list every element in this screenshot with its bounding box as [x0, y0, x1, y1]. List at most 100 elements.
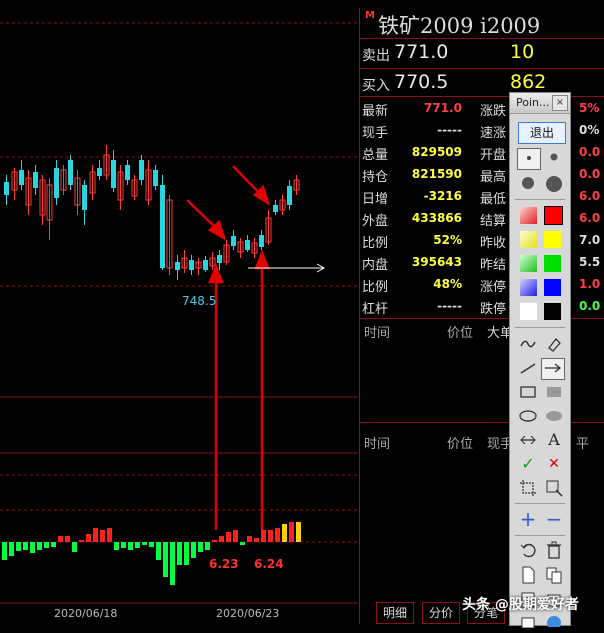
- ellipse-icon[interactable]: [517, 406, 539, 426]
- dot-medium-icon[interactable]: [543, 148, 565, 168]
- quote-row-label2: 昨结: [480, 258, 507, 273]
- check-icon[interactable]: ✓: [517, 454, 539, 474]
- swatch-blue[interactable]: [544, 279, 561, 296]
- delete-x-icon[interactable]: ✕: [543, 454, 565, 474]
- quote-row-value2: 5%: [579, 101, 600, 115]
- crop-icon[interactable]: [517, 478, 539, 498]
- quote-row-value: -----: [437, 123, 462, 137]
- ask-label: 卖出: [362, 48, 390, 64]
- swatch-blue-light[interactable]: [520, 279, 537, 296]
- new-page-icon[interactable]: [517, 565, 539, 585]
- volume-bar: [114, 542, 119, 550]
- volume-bar: [142, 542, 147, 545]
- quote-row-label: 日增: [362, 192, 389, 207]
- swatch-green[interactable]: [544, 255, 561, 272]
- watermark: 头条 @股期爱好者: [462, 597, 579, 613]
- quote-row-label: 现手: [362, 126, 389, 141]
- quote-row-value2: 7.0: [579, 233, 601, 247]
- swatch-yellow[interactable]: [544, 231, 561, 248]
- volume-bar: [86, 534, 91, 542]
- ask-volume: 10: [510, 41, 535, 63]
- trash-icon[interactable]: [543, 540, 565, 560]
- swatch-white[interactable]: [520, 303, 537, 320]
- filled-rectangle-icon[interactable]: [543, 382, 565, 402]
- arrow-head: [254, 249, 270, 270]
- candle-body: [245, 240, 250, 250]
- toolbox-title: Poin...: [516, 96, 550, 109]
- candles-group: [4, 145, 300, 280]
- quote-row-label: 杠杆: [362, 302, 389, 317]
- candle-body: [82, 185, 87, 210]
- volume-bars-group: [2, 522, 301, 585]
- settings-icon[interactable]: [517, 613, 539, 633]
- candle-body: [273, 205, 278, 212]
- quote-row-label2: 结算: [480, 214, 507, 229]
- volume-bar: [205, 542, 210, 550]
- toolbox-titlebar[interactable]: Poin... ×: [510, 93, 570, 114]
- volume-bar: [198, 542, 203, 552]
- volume-bar: [282, 524, 287, 542]
- volume-bar: [128, 542, 133, 550]
- volume-bar: [275, 528, 280, 542]
- dot-small-icon[interactable]: [517, 148, 541, 170]
- x-axis-label: 2020/06/18: [54, 607, 118, 620]
- candle-body: [217, 255, 222, 263]
- quote-row-label: 内盘: [362, 258, 389, 273]
- freehand-icon[interactable]: [517, 334, 539, 354]
- filled-ellipse-icon[interactable]: [543, 406, 565, 426]
- ticks-price-header: 价位: [447, 326, 474, 341]
- swatch-green-light[interactable]: [520, 255, 537, 272]
- info-icon[interactable]: [543, 612, 565, 632]
- tab-price-distribution[interactable]: 分价: [422, 602, 460, 624]
- double-arrow-icon[interactable]: [517, 430, 539, 450]
- quote-row-value2: 0.0: [579, 167, 601, 181]
- zoom-icon[interactable]: [543, 478, 565, 498]
- quote-row-value2: 6.0: [579, 211, 601, 225]
- volume-bar: [191, 542, 196, 558]
- volume-bar: [135, 542, 140, 548]
- candle-body: [54, 168, 59, 198]
- quote-row-label2: 昨收: [480, 236, 507, 251]
- plus-icon[interactable]: +: [517, 509, 539, 529]
- drawing-toolbox[interactable]: Poin... × 退出 A ✓ ✕ + −: [509, 92, 571, 630]
- volume-bar: [212, 540, 217, 542]
- volume-bar: [79, 540, 84, 542]
- toolbox-close-button[interactable]: ×: [552, 95, 568, 111]
- volume-bar: [240, 542, 245, 545]
- dot-large-icon[interactable]: [517, 173, 539, 193]
- volume-bar: [177, 542, 182, 565]
- kline-svg: [0, 22, 358, 604]
- minus-icon[interactable]: −: [543, 509, 565, 529]
- quote-row-value: 433866: [411, 211, 462, 225]
- copy-icon[interactable]: [543, 565, 565, 585]
- candle-body: [153, 170, 158, 186]
- dot-xlarge-icon[interactable]: [543, 173, 565, 193]
- volume-bar: [30, 542, 35, 553]
- volume-bar: [261, 530, 266, 542]
- swatch-red-light[interactable]: [520, 207, 537, 224]
- arrow-tool-icon[interactable]: [541, 358, 565, 380]
- rectangle-icon[interactable]: [517, 382, 539, 402]
- line-icon[interactable]: [517, 358, 539, 378]
- quote-row-label: 外盘: [362, 214, 389, 229]
- bid-volume: 862: [510, 71, 547, 93]
- swatch-black[interactable]: [544, 303, 561, 320]
- swatch-yellow-light[interactable]: [520, 231, 537, 248]
- quote-row-label2: 涨跌: [480, 104, 507, 119]
- swatch-red[interactable]: [544, 206, 563, 225]
- volume-bar: [65, 536, 70, 542]
- volume-bar: [247, 536, 252, 542]
- quote-row-value2: 0.0: [579, 299, 601, 313]
- arrow-head: [208, 263, 224, 284]
- quote-row-value: 771.0: [424, 101, 462, 115]
- kline-chart[interactable]: 748.5 6.23 6.24 2020/06/18 2020/06/23: [0, 0, 360, 624]
- volume-bar: [23, 542, 28, 550]
- volume-bar: [156, 542, 161, 560]
- text-tool-icon[interactable]: A: [543, 430, 565, 450]
- undo-icon[interactable]: [517, 540, 539, 560]
- volume-bar: [289, 522, 294, 542]
- tab-detail[interactable]: 明细: [376, 602, 414, 624]
- main-contract-badge: M: [365, 10, 375, 21]
- eraser-icon[interactable]: [543, 334, 565, 354]
- exit-button[interactable]: 退出: [518, 122, 566, 144]
